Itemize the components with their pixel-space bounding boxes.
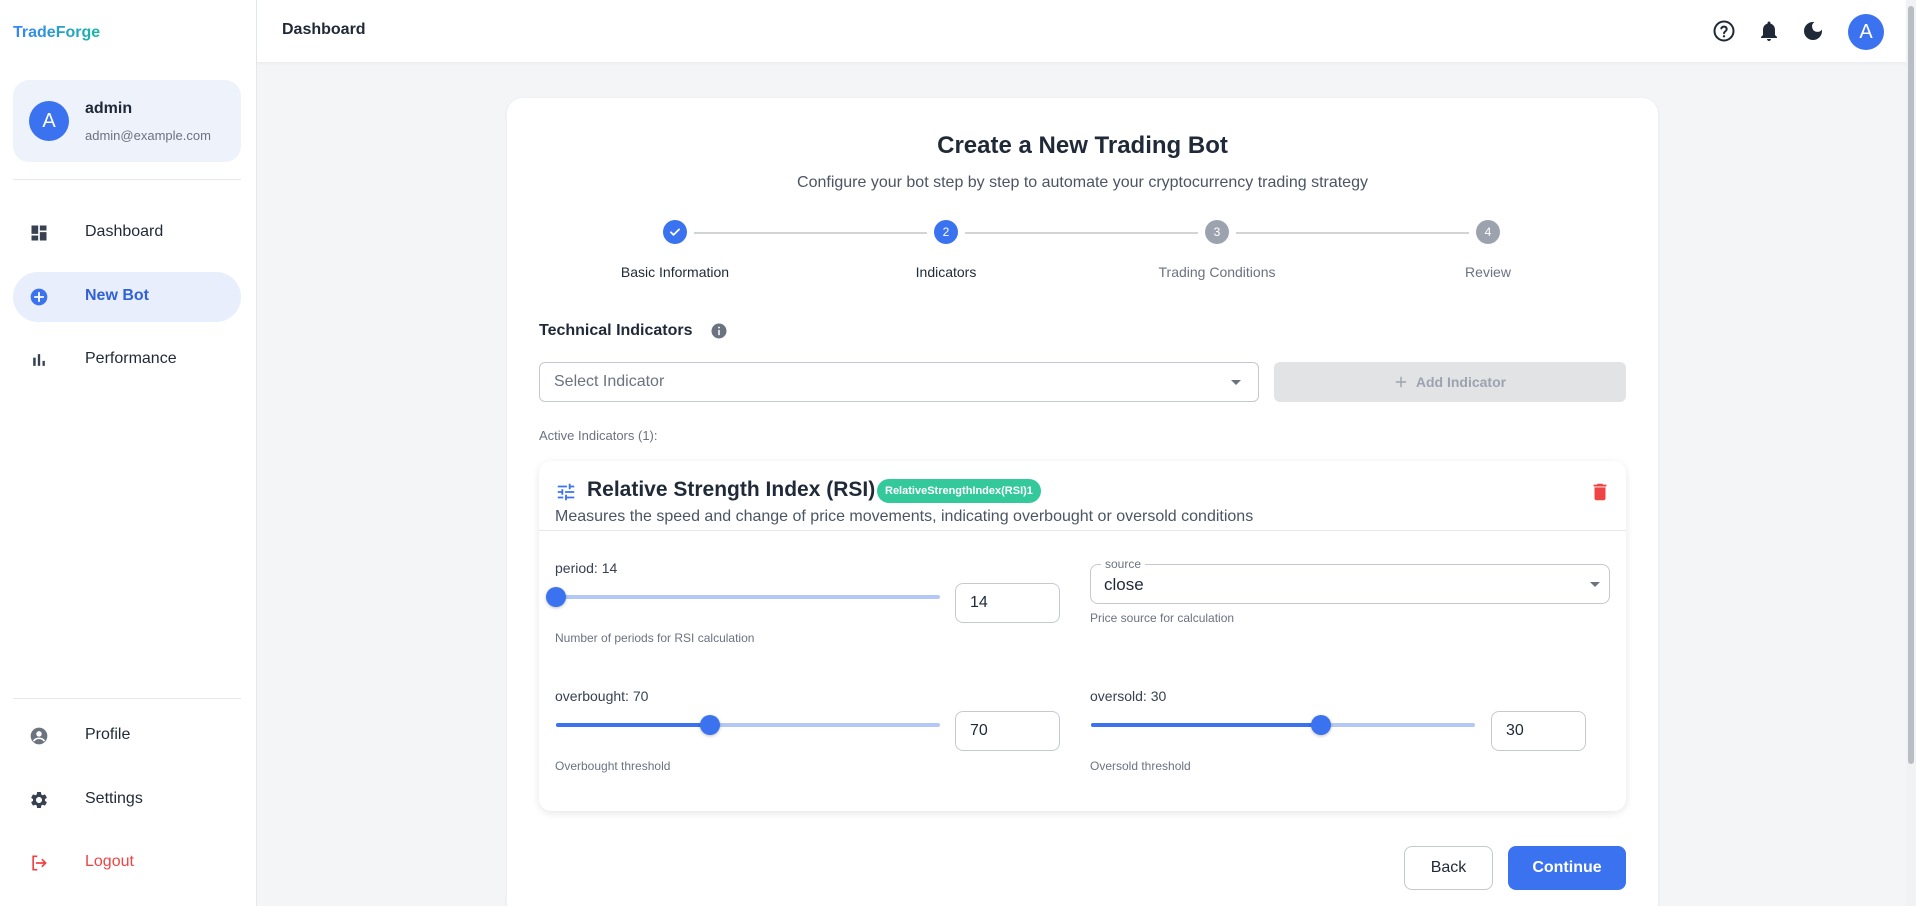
- sidebar-item-dashboard[interactable]: Dashboard: [13, 208, 241, 258]
- sidebar-divider: [13, 179, 241, 180]
- overbought-label: overbought: 70: [555, 688, 649, 704]
- add-circle-icon: [30, 288, 48, 306]
- period-help: Number of periods for RSI calculation: [555, 631, 755, 645]
- period-input[interactable]: [955, 583, 1060, 623]
- user-avatar: A: [29, 101, 69, 141]
- sidebar-item-label: Performance: [85, 350, 177, 367]
- step-3-label: Trading Conditions: [1158, 264, 1276, 280]
- step-1-check-icon[interactable]: [663, 220, 687, 244]
- indicator-divider: [539, 530, 1626, 531]
- overbought-slider-thumb[interactable]: [699, 715, 720, 735]
- oversold-input[interactable]: [1491, 711, 1586, 751]
- active-indicators-label: Active Indicators (1):: [539, 428, 658, 443]
- indicator-id-chip: RelativeStrengthIndex(RSI)1: [877, 479, 1041, 503]
- select-placeholder: Select Indicator: [554, 373, 665, 390]
- period-slider-thumb[interactable]: [546, 587, 566, 607]
- period-slider-rail: [556, 595, 940, 599]
- sidebar-item-profile[interactable]: Profile: [13, 711, 241, 761]
- overbought-slider-track: [556, 723, 710, 727]
- bar-chart-icon: [33, 354, 45, 366]
- oversold-help: Oversold threshold: [1090, 759, 1191, 773]
- create-bot-card: Create a New Trading Bot Configure your …: [507, 98, 1658, 906]
- section-title: Technical Indicators: [539, 322, 693, 339]
- indicator-title: Relative Strength Index (RSI): [587, 478, 876, 501]
- step-2-label: Indicators: [915, 264, 977, 280]
- scrollbar-thumb[interactable]: [1908, 6, 1914, 764]
- stepper-connector: [1236, 232, 1469, 234]
- info-icon[interactable]: [710, 322, 728, 340]
- top-header: Dashboard A: [257, 0, 1916, 63]
- chevron-down-icon: [1231, 380, 1241, 385]
- gear-icon: [31, 792, 47, 808]
- step-2-circle[interactable]: 2: [934, 220, 958, 244]
- sidebar-item-label: Profile: [85, 726, 131, 743]
- oversold-slider-thumb[interactable]: [1311, 715, 1332, 735]
- source-value: close: [1104, 575, 1144, 594]
- sidebar-divider: [13, 698, 241, 699]
- help-icon[interactable]: [1712, 19, 1736, 43]
- sidebar-item-performance[interactable]: Performance: [13, 335, 241, 385]
- wizard-title: Create a New Trading Bot: [937, 132, 1228, 159]
- page-title: Dashboard: [282, 21, 366, 38]
- overbought-input[interactable]: [955, 711, 1060, 751]
- user-name: admin: [85, 100, 133, 117]
- sidebar-item-label: Settings: [85, 790, 143, 807]
- dashboard-icon: [31, 225, 47, 241]
- user-card[interactable]: A admin admin@example.com: [13, 80, 241, 162]
- step-3-circle[interactable]: 3: [1205, 220, 1229, 244]
- tune-icon: [557, 483, 575, 501]
- continue-button[interactable]: Continue: [1508, 846, 1626, 890]
- back-button[interactable]: Back: [1404, 846, 1493, 890]
- chevron-down-icon: [1590, 582, 1600, 587]
- sidebar-item-label: Logout: [85, 853, 134, 870]
- add-indicator-button[interactable]: Add Indicator: [1274, 362, 1626, 402]
- bell-icon[interactable]: [1757, 19, 1781, 43]
- indicator-card: Relative Strength Index (RSI) RelativeSt…: [539, 461, 1626, 811]
- sidebar-item-settings[interactable]: Settings: [13, 775, 241, 825]
- add-indicator-label: Add Indicator: [1415, 374, 1507, 390]
- oversold-slider-track: [1091, 723, 1322, 727]
- period-label: period: 14: [555, 560, 618, 576]
- stepper-connector: [965, 232, 1198, 234]
- brand-logo[interactable]: TradeForge: [13, 24, 100, 42]
- user-email: admin@example.com: [85, 128, 211, 143]
- sidebar-item-label: Dashboard: [85, 223, 164, 240]
- oversold-label: oversold: 30: [1090, 688, 1167, 704]
- sidebar: TradeForge A admin admin@example.com Das…: [0, 0, 257, 906]
- sidebar-item-label: New Bot: [85, 287, 149, 304]
- wizard-subtitle: Configure your bot step by step to autom…: [797, 174, 1368, 191]
- step-4-circle[interactable]: 4: [1476, 220, 1500, 244]
- plus-icon: [1395, 376, 1407, 388]
- step-4-label: Review: [1465, 264, 1511, 280]
- indicator-description: Measures the speed and change of price m…: [555, 508, 1254, 525]
- overbought-help: Overbought threshold: [555, 759, 671, 773]
- logout-icon: [32, 855, 47, 871]
- source-help: Price source for calculation: [1090, 611, 1235, 625]
- account-circle-icon: [30, 727, 48, 745]
- source-select[interactable]: source close: [1090, 557, 1610, 604]
- step-1-label: Basic Information: [620, 264, 730, 280]
- sidebar-item-logout[interactable]: Logout: [13, 838, 241, 888]
- select-indicator-dropdown[interactable]: Select Indicator: [539, 362, 1259, 402]
- trash-icon[interactable]: [1589, 481, 1611, 503]
- dark-mode-icon[interactable]: [1801, 19, 1825, 43]
- source-legend: source: [1101, 557, 1146, 571]
- sidebar-item-new-bot[interactable]: New Bot: [13, 272, 241, 322]
- stepper-connector: [694, 232, 927, 234]
- header-avatar[interactable]: A: [1848, 14, 1884, 50]
